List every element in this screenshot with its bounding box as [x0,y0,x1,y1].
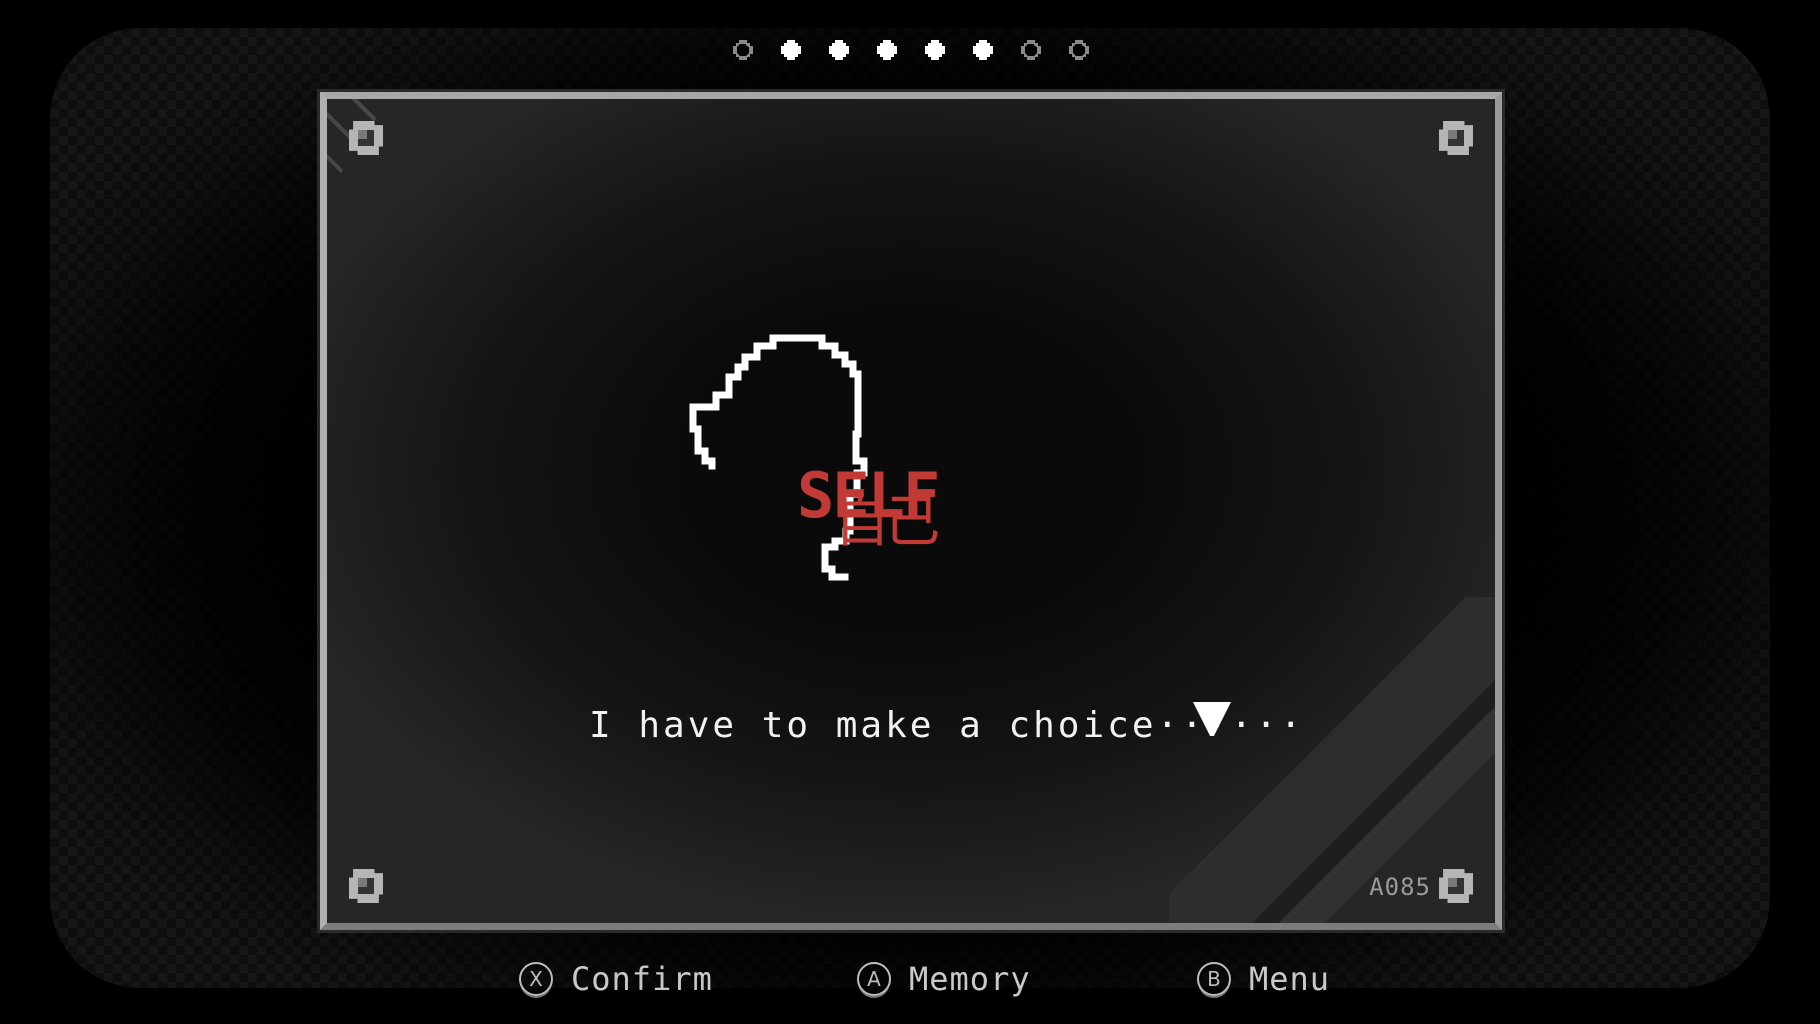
memory-label: Memory [909,960,1031,998]
page-dot-empty [1069,40,1089,60]
a-button-icon: A [857,962,891,996]
memory-panel[interactable]: SELF 自己 I have to make a choice······ A0… [320,92,1502,930]
x-button-icon: X [519,962,553,996]
b-button-icon: B [1197,962,1231,996]
page-dot-filled [973,40,993,60]
memory-code: A085 [1369,873,1431,901]
menu-button[interactable]: B Menu [1197,960,1330,998]
page-dot-filled [925,40,945,60]
page-dot-empty [733,40,753,60]
menu-label: Menu [1249,960,1331,998]
confirm-button[interactable]: X Confirm [519,960,713,998]
page-dot-filled [781,40,801,60]
page-dot-filled [829,40,849,60]
self-title-jp: 自己 [834,490,940,555]
page-dot-filled [877,40,897,60]
confirm-label: Confirm [571,960,713,998]
dialogue-text: I have to make a choice······ [589,705,1305,746]
page-indicator [733,40,1089,60]
memory-button[interactable]: A Memory [857,960,1031,998]
page-dot-empty [1021,40,1041,60]
